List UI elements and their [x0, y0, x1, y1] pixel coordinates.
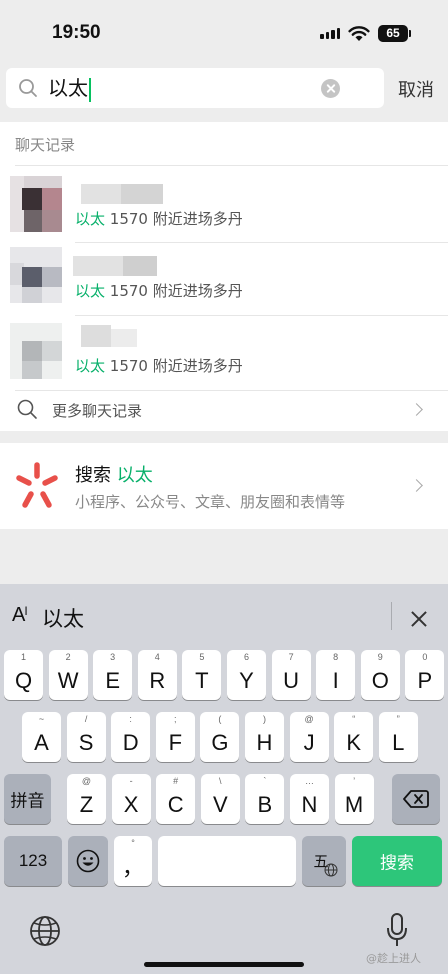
close-icon[interactable] [410, 610, 428, 628]
search-icon [17, 399, 37, 419]
numbers-key[interactable]: 123 [4, 836, 62, 886]
chat-record-item[interactable]: 以太 1570 附近进场多丹 [0, 242, 448, 314]
key-u[interactable]: 7U [271, 650, 311, 700]
search-box[interactable]: 以太 [6, 68, 384, 108]
ai-icon[interactable]: AI [12, 604, 28, 627]
contact-name-blurred [73, 256, 163, 276]
key-w[interactable]: 2W [48, 650, 88, 700]
web-search-row[interactable]: 搜索 以太 小程序、公众号、文章、朋友圈和表情等 [0, 443, 448, 529]
wifi-icon [348, 26, 370, 41]
key-k[interactable]: “K [334, 712, 374, 762]
key-v[interactable]: \ V [200, 774, 240, 824]
home-indicator [144, 962, 304, 967]
globe-icon[interactable] [29, 915, 61, 947]
chat-record-item[interactable]: 以太 1570 附近进场多丹 [0, 170, 448, 242]
backspace-key[interactable] [392, 774, 440, 824]
key-d[interactable]: :D [111, 712, 151, 762]
divider [15, 165, 448, 166]
space-key[interactable] [158, 836, 296, 886]
more-chat-records-row[interactable]: 更多聊天记录 [0, 390, 448, 430]
key-h[interactable]: ) H [245, 712, 284, 762]
key-o[interactable]: 9O [360, 650, 400, 700]
key-c[interactable]: # C [156, 774, 196, 824]
match-snippet: 以太 1570 附近进场多丹 [75, 357, 243, 375]
globe-icon [324, 863, 338, 877]
status-time: 19:50 [52, 22, 101, 43]
key-n[interactable]: … N [290, 774, 329, 824]
key-b[interactable]: ` B [245, 774, 285, 824]
key-p[interactable]: 0P [405, 650, 445, 700]
key-i[interactable]: 8I [316, 650, 356, 700]
comma-key[interactable]: ° ， [114, 836, 152, 886]
status-bar: 19:50 65 [0, 0, 448, 62]
emoji-icon [76, 849, 100, 873]
pinyin-key[interactable]: 拼音 [4, 774, 51, 824]
keyboard: AI 以太 1Q2W3E4R5T6Y7U8I9O0P ~ A / S: D; F(G) H @… [0, 584, 448, 974]
microphone-icon[interactable] [385, 912, 409, 948]
key-a[interactable]: ~ A [22, 712, 61, 762]
wubi-key[interactable]: 五 [302, 836, 346, 886]
candidate-word[interactable]: 以太 [42, 603, 84, 633]
contact-name-blurred [73, 325, 163, 347]
avatar [10, 323, 62, 379]
section-title: 聊天记录 [15, 136, 76, 154]
contact-name-blurred [73, 184, 163, 204]
key-r[interactable]: 4R [137, 650, 177, 700]
key-f[interactable]: ; F [155, 712, 195, 762]
chat-record-item[interactable]: 以太 1570 附近进场多丹 [0, 315, 448, 387]
key-l[interactable]: ” L [378, 712, 418, 762]
match-snippet: 以太 1570 附近进场多丹 [75, 282, 243, 300]
key-j[interactable]: @ J [289, 712, 329, 762]
chevron-right-icon [410, 403, 423, 416]
chevron-right-icon [410, 479, 423, 492]
text-caret [89, 77, 91, 102]
watermark: @趁上进人 [366, 952, 421, 965]
cancel-button[interactable]: 取消 [398, 76, 434, 102]
emoji-key[interactable] [68, 836, 108, 886]
wechat-search-logo-icon [16, 462, 58, 508]
search-icon [19, 79, 37, 97]
more-chat-records-label: 更多聊天记录 [52, 402, 143, 420]
clear-icon[interactable] [321, 79, 340, 98]
key-e[interactable]: 3E [93, 650, 133, 700]
search-key[interactable]: 搜索 [352, 836, 442, 886]
key-s[interactable]: / S [66, 712, 106, 762]
key-q[interactable]: 1Q [4, 650, 43, 700]
divider [391, 602, 392, 630]
chat-records-panel: 聊天记录 以太 1570 附近进场多丹 以太 1570 附近进场多丹 以太 15… [0, 122, 448, 431]
backspace-icon [403, 790, 429, 808]
key-y[interactable]: 6Y [227, 650, 266, 700]
key-m[interactable]: ’ M [334, 774, 374, 824]
candidate-bar: AI 以太 [0, 584, 448, 648]
key-z[interactable]: @ Z [67, 774, 106, 824]
key-t[interactable]: 5T [182, 650, 222, 700]
key-g[interactable]: (G [200, 712, 240, 762]
web-search-subtitle: 小程序、公众号、文章、朋友圈和表情等 [75, 493, 346, 511]
avatar [10, 176, 62, 232]
search-input[interactable]: 以太 [48, 75, 91, 102]
avatar [10, 247, 62, 303]
web-search-title: 搜索 以太 [75, 465, 153, 486]
key-x[interactable]: -X [111, 774, 151, 824]
cellular-signal-icon [320, 28, 340, 39]
match-snippet: 以太 1570 附近进场多丹 [75, 210, 243, 228]
battery-icon: 65 [378, 25, 411, 42]
